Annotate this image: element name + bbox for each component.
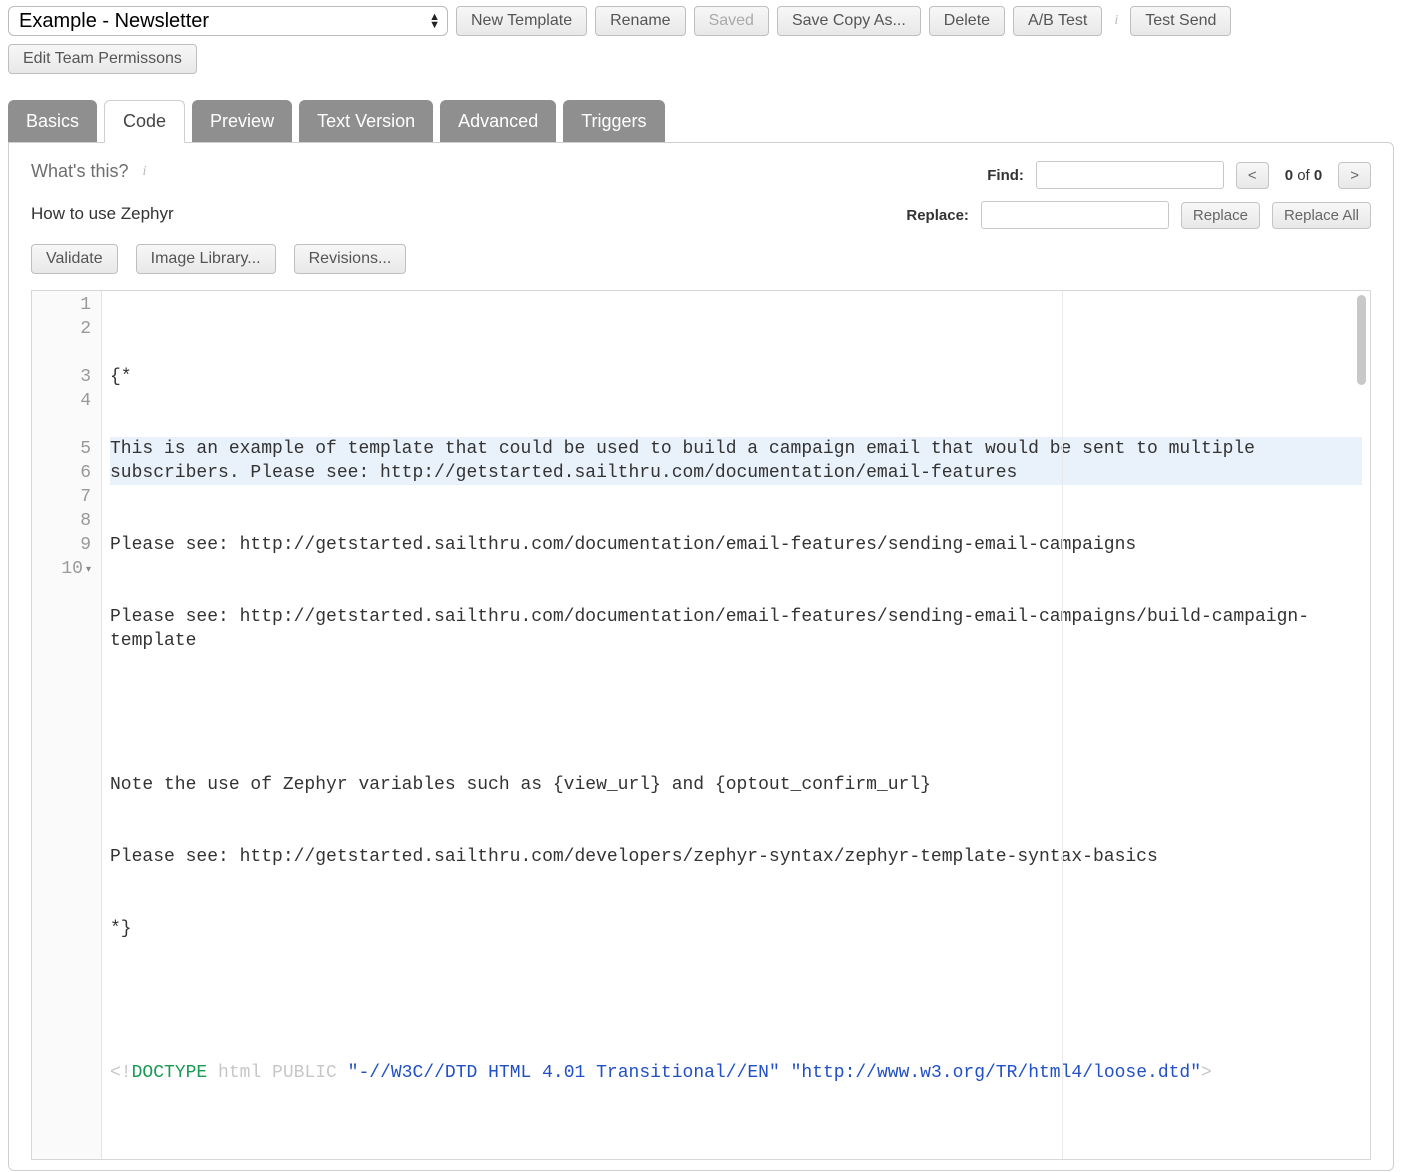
- template-select-wrap: Example - Newsletter ▲▼: [8, 6, 448, 36]
- tab-preview[interactable]: Preview: [192, 100, 292, 143]
- info-icon[interactable]: i: [138, 164, 150, 180]
- line-number: 10: [50, 557, 91, 581]
- find-label: Find:: [944, 167, 1024, 184]
- code-area[interactable]: {* This is an example of template that c…: [102, 291, 1370, 1159]
- find-prev-button[interactable]: <: [1236, 162, 1269, 189]
- line-number: 8: [50, 509, 91, 533]
- edit-team-permissions-button[interactable]: Edit Team Permissons: [8, 44, 197, 74]
- tab-basics[interactable]: Basics: [8, 100, 97, 143]
- replace-input[interactable]: [981, 201, 1169, 229]
- line-number: [50, 341, 91, 365]
- line-number: 9: [50, 533, 91, 557]
- code-line: [110, 701, 1362, 725]
- line-number: 6: [50, 461, 91, 485]
- code-line: Please see: http://getstarted.sailthru.c…: [110, 845, 1362, 869]
- tab-advanced[interactable]: Advanced: [440, 100, 556, 143]
- saved-button[interactable]: Saved: [694, 6, 769, 36]
- find-replace: Find: < 0 of 0 > Replace: Replace Replac…: [889, 161, 1371, 244]
- code-line: *}: [110, 917, 1362, 941]
- code-line: This is an example of template that coul…: [110, 437, 1362, 485]
- line-number: 4: [50, 389, 91, 413]
- replace-button[interactable]: Replace: [1181, 202, 1260, 229]
- rename-button[interactable]: Rename: [595, 6, 685, 36]
- help-links: What's this? i How to use Zephyr: [31, 161, 174, 244]
- zephyr-link[interactable]: How to use Zephyr: [31, 204, 174, 223]
- line-number: 7: [50, 485, 91, 509]
- validate-button[interactable]: Validate: [31, 244, 118, 274]
- line-number: 1: [50, 293, 91, 317]
- replace-all-button[interactable]: Replace All: [1272, 202, 1371, 229]
- tab-text-version[interactable]: Text Version: [299, 100, 433, 143]
- code-line: Please see: http://getstarted.sailthru.c…: [110, 533, 1362, 557]
- replace-label: Replace:: [889, 207, 969, 224]
- panel-top: What's this? i How to use Zephyr Find: <…: [31, 161, 1371, 244]
- image-library-button[interactable]: Image Library...: [136, 244, 276, 274]
- info-icon[interactable]: i: [1110, 13, 1122, 29]
- code-editor[interactable]: 1 2 3 4 5 6 7 8 9 10 {* This is an examp…: [31, 290, 1371, 1160]
- code-line: [110, 989, 1362, 1013]
- whats-this-link[interactable]: What's this?: [31, 161, 128, 182]
- top-toolbar: Example - Newsletter ▲▼ New Template Ren…: [0, 0, 1402, 40]
- code-line: Please see: http://getstarted.sailthru.c…: [110, 605, 1362, 653]
- secondary-toolbar: Edit Team Permissons: [0, 40, 1402, 80]
- tab-triggers[interactable]: Triggers: [563, 100, 664, 143]
- save-copy-as-button[interactable]: Save Copy As...: [777, 6, 921, 36]
- scrollbar-thumb[interactable]: [1357, 295, 1366, 385]
- line-number: 2: [50, 317, 91, 341]
- line-number: [50, 413, 91, 437]
- line-number: 3: [50, 365, 91, 389]
- revisions-button[interactable]: Revisions...: [294, 244, 407, 274]
- code-line: Note the use of Zephyr variables such as…: [110, 773, 1362, 797]
- delete-button[interactable]: Delete: [929, 6, 1005, 36]
- test-send-button[interactable]: Test Send: [1130, 6, 1231, 36]
- find-count: 0 of 0: [1281, 167, 1327, 184]
- tab-bar: Basics Code Preview Text Version Advance…: [0, 80, 1402, 143]
- find-input[interactable]: [1036, 161, 1224, 189]
- code-action-row: Validate Image Library... Revisions...: [31, 244, 1371, 274]
- template-select[interactable]: Example - Newsletter: [8, 6, 448, 36]
- new-template-button[interactable]: New Template: [456, 6, 587, 36]
- wrap-ruler: [1062, 291, 1063, 1159]
- tab-code[interactable]: Code: [104, 100, 185, 143]
- find-next-button[interactable]: >: [1338, 162, 1371, 189]
- line-gutter: 1 2 3 4 5 6 7 8 9 10: [32, 291, 102, 1159]
- line-number: 5: [50, 437, 91, 461]
- code-line: {*: [110, 365, 1362, 389]
- code-line: <!DOCTYPE html PUBLIC "-//W3C//DTD HTML …: [110, 1061, 1362, 1085]
- code-panel: What's this? i How to use Zephyr Find: <…: [8, 142, 1394, 1171]
- ab-test-button[interactable]: A/B Test: [1013, 6, 1102, 36]
